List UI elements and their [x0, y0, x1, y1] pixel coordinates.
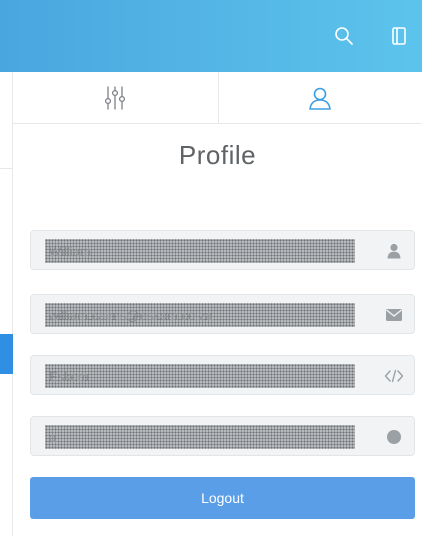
panel-tabs: [13, 72, 422, 124]
search-button[interactable]: [330, 22, 358, 50]
circle-icon: [387, 430, 401, 444]
panel-toggle-button[interactable]: [385, 22, 413, 50]
status-field[interactable]: a: [30, 416, 415, 456]
profile-panel: Profile William william.cairns@eskom.co.…: [13, 72, 422, 536]
email-field[interactable]: william.cairns@eskom.co.za: [30, 294, 415, 334]
page-title: Profile: [178, 140, 257, 170]
search-icon: [335, 27, 353, 45]
name-input[interactable]: [31, 231, 371, 269]
email-input[interactable]: [31, 295, 371, 333]
logout-button[interactable]: Logout: [30, 477, 415, 519]
code-icon: [384, 369, 404, 383]
tab-settings[interactable]: [13, 72, 218, 124]
user-outline-icon: [309, 87, 332, 110]
status-input[interactable]: [31, 417, 371, 455]
sidebar-edge: [0, 72, 13, 536]
envelope-icon: [386, 309, 402, 321]
company-field[interactable]: Eskom: [30, 355, 415, 395]
sidebar-divider: [0, 168, 13, 169]
user-icon: [387, 243, 401, 259]
company-input[interactable]: [31, 356, 371, 394]
sliders-icon: [105, 86, 126, 110]
top-bar: [0, 0, 422, 72]
tab-profile[interactable]: [217, 72, 422, 124]
sidebar-active-indicator: [0, 334, 13, 374]
name-field[interactable]: William: [30, 230, 415, 270]
panel-toggle-icon: [392, 27, 406, 45]
